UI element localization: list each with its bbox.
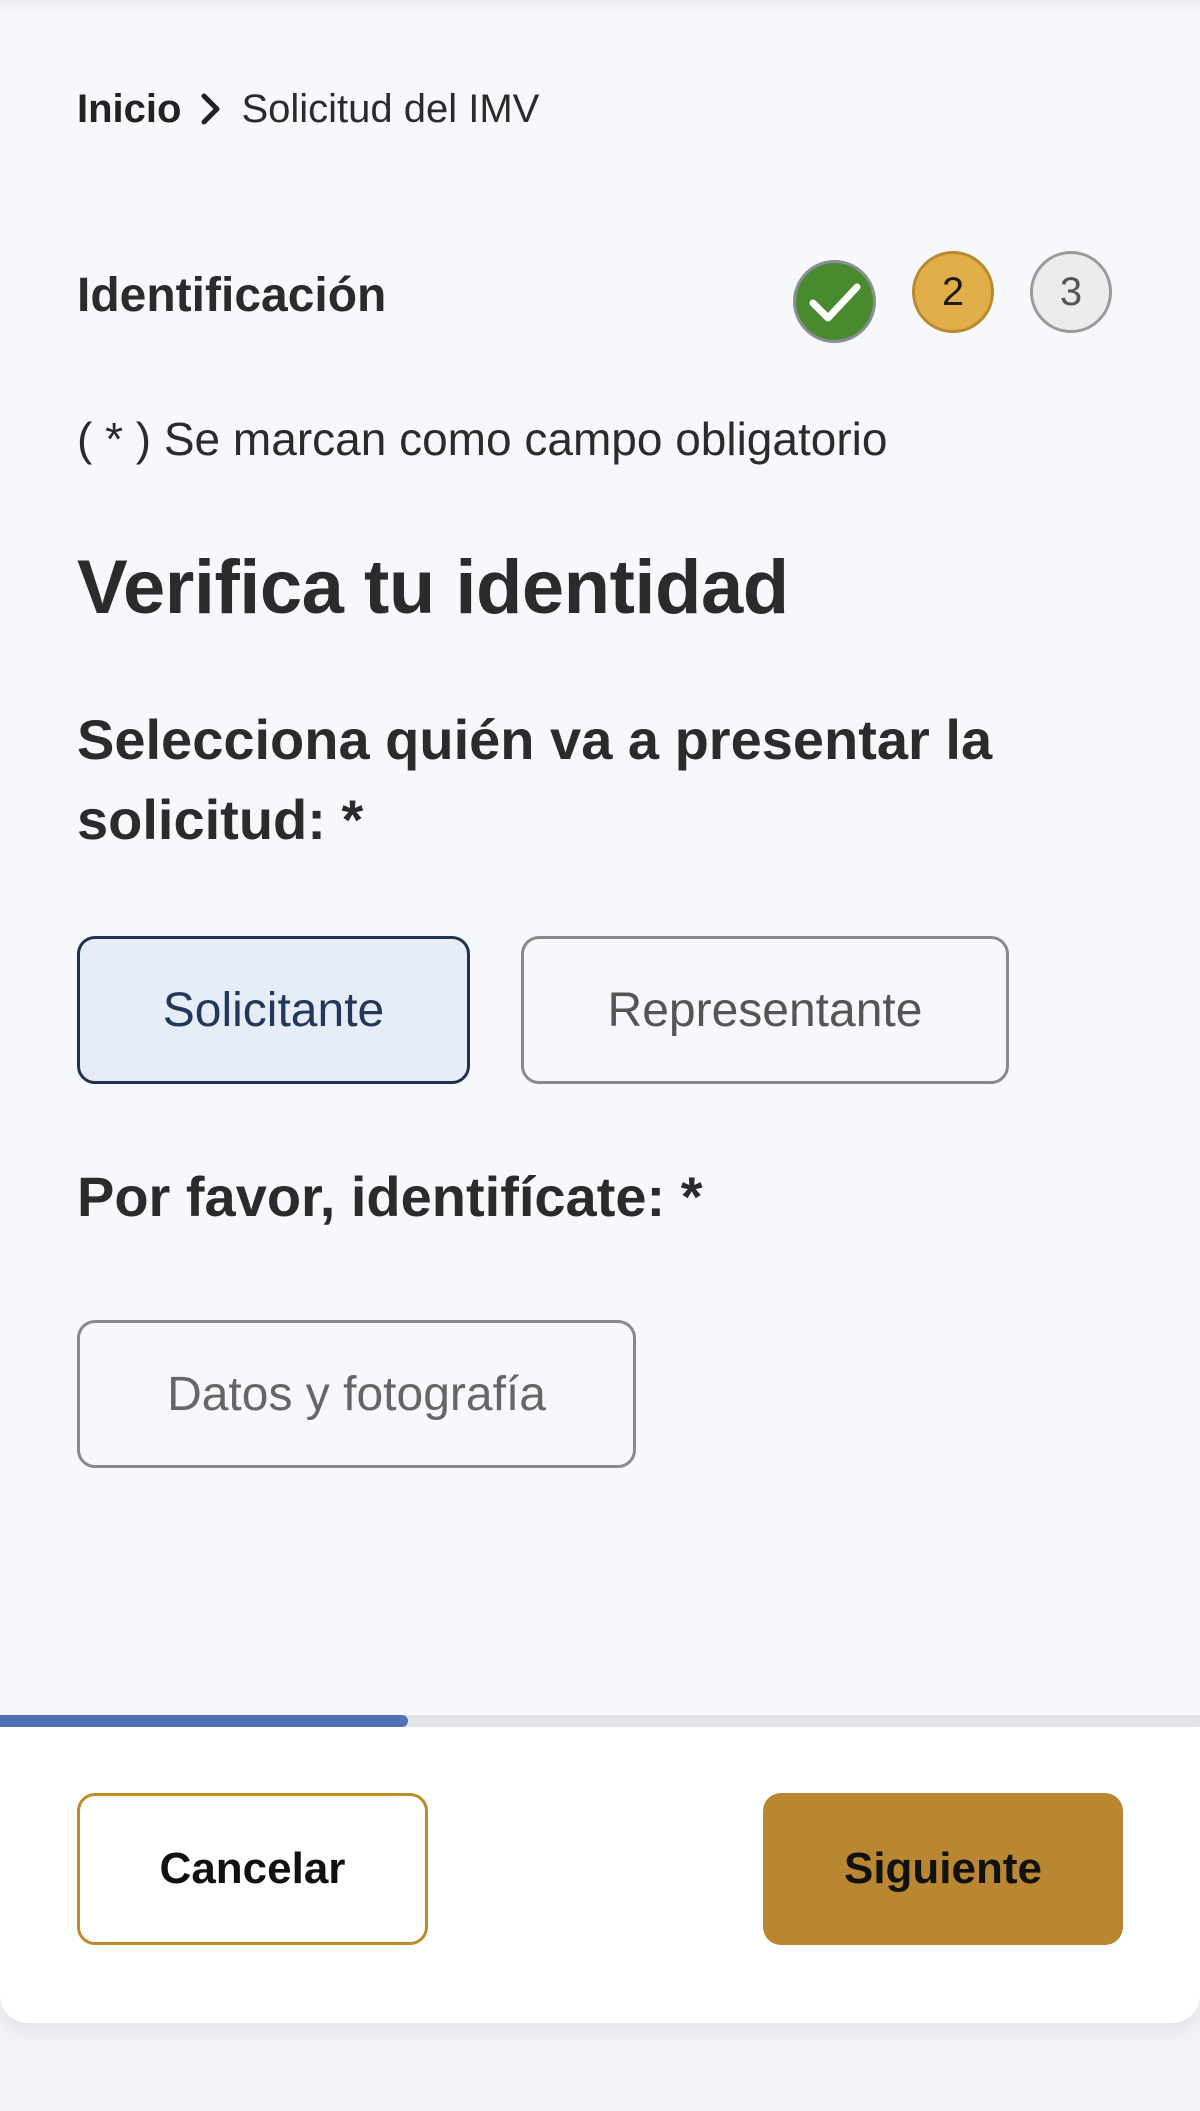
chevron-right-icon xyxy=(181,84,241,134)
page-title: Verifica tu identidad xyxy=(77,545,789,630)
progress-bar xyxy=(0,1715,1200,1727)
presenter-option-representante[interactable]: Representante xyxy=(521,936,1009,1084)
required-field-note: ( * ) Se marcan como campo obligatorio xyxy=(77,413,888,465)
step-2-current: 2 xyxy=(912,251,994,333)
step-1-completed xyxy=(793,260,876,343)
page-content: Inicio Solicitud del IMV Identificación … xyxy=(0,14,1200,1724)
identify-label: Por favor, identifícate: * xyxy=(77,1165,703,1228)
footer-actions: Cancelar Siguiente xyxy=(0,1727,1200,2023)
next-button[interactable]: Siguiente xyxy=(763,1793,1123,1945)
breadcrumb-current: Solicitud del IMV xyxy=(241,86,540,131)
progress-bar-fill xyxy=(0,1715,408,1727)
stepper: 2 3 xyxy=(0,251,1200,351)
step-3-pending: 3 xyxy=(1030,251,1112,333)
presenter-question: Selecciona quién va a presentar la solic… xyxy=(77,708,993,851)
data-and-photo-button[interactable]: Datos y fotografía xyxy=(77,1320,636,1468)
breadcrumb: Inicio Solicitud del IMV xyxy=(77,84,539,134)
presenter-option-solicitante[interactable]: Solicitante xyxy=(77,936,470,1084)
top-shade xyxy=(0,0,1200,14)
check-icon xyxy=(809,283,860,321)
breadcrumb-home-link[interactable]: Inicio xyxy=(77,87,181,132)
cancel-button[interactable]: Cancelar xyxy=(77,1793,428,1945)
